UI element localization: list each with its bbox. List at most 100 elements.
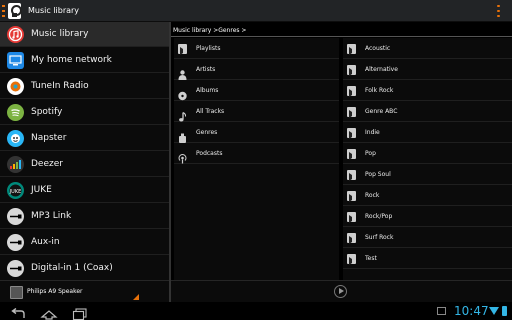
spotify-icon (7, 104, 24, 121)
speaker-name: Philips A9 Speaker (27, 288, 83, 295)
now-playing-bar (171, 280, 512, 302)
list-item-label: All Tracks (196, 108, 225, 115)
clock: 10:47 (454, 304, 489, 318)
sidebar-item-label: My home network (31, 55, 112, 65)
sidebar-item-spotify[interactable]: Spotify (0, 100, 169, 125)
drawer-toggle-icon[interactable] (2, 5, 5, 17)
digital-in-icon (7, 260, 24, 277)
list-item-label: Albums (196, 87, 219, 94)
aux-in-icon (7, 234, 24, 251)
list-item-label: Playlists (196, 45, 221, 52)
genre-file-icon (347, 254, 356, 265)
sidebar-item-deezer[interactable]: Deezer (0, 152, 169, 177)
album-icon (178, 86, 187, 101)
list-item-label: Indie (365, 129, 380, 136)
genre-file-icon (347, 44, 356, 55)
genre-file-icon (347, 212, 356, 223)
genre-file-icon (347, 170, 356, 181)
sidebar-item-napster[interactable]: Napster (0, 126, 169, 151)
list-item[interactable]: Rock (343, 185, 512, 206)
sidebar-item-label: Digital-in 1 (Coax) (31, 263, 113, 273)
list-item[interactable]: Pop (343, 143, 512, 164)
app-icon[interactable] (8, 3, 22, 19)
pane-divider (169, 22, 171, 302)
list-item-label: Alternative (365, 66, 398, 73)
genre-icon (178, 128, 187, 143)
dropdown-corner-icon (133, 294, 139, 300)
list-item[interactable]: Alternative (343, 59, 512, 80)
genre-file-icon (347, 191, 356, 202)
napster-icon (7, 130, 24, 147)
recent-apps-icon[interactable] (72, 305, 88, 320)
mp3-link-icon (7, 208, 24, 225)
list-item-label: Podcasts (196, 150, 223, 157)
list-item-label: Pop (365, 150, 376, 157)
svg-text:JUKE: JUKE (9, 189, 22, 195)
network-icon (7, 52, 24, 69)
tunein-icon (7, 78, 24, 95)
list-item-label: Surf Rock (365, 234, 394, 241)
list-item[interactable]: Pop Soul (343, 164, 512, 185)
list-item-playlists[interactable]: Playlists (174, 38, 339, 59)
app-title: Music library (28, 6, 80, 15)
back-icon[interactable] (10, 305, 26, 318)
sidebar-item-juke[interactable]: JUKE JUKE (0, 178, 169, 203)
list-item-label: Folk Rock (365, 87, 394, 94)
list-item-label: Acoustic (365, 45, 391, 52)
battery-icon (502, 306, 507, 316)
overflow-menu-icon[interactable] (497, 5, 500, 17)
list-item-all-tracks[interactable]: All Tracks (174, 101, 339, 122)
deezer-icon (7, 156, 24, 173)
sidebar-item-my-home-network[interactable]: My home network (0, 48, 169, 73)
sidebar-item-digital-in[interactable]: Digital-in 1 (Coax) (0, 256, 169, 281)
list-item-podcasts[interactable]: Podcasts (174, 143, 339, 164)
list-item[interactable]: Genre ABC (343, 101, 512, 122)
action-bar: Music library (0, 0, 512, 22)
music-library-icon (7, 26, 24, 43)
list-item-label: Pop Soul (365, 171, 391, 178)
speaker-icon (10, 286, 23, 299)
list-item[interactable]: Surf Rock (343, 227, 512, 248)
sidebar-item-label: TuneIn Radio (31, 81, 89, 91)
sidebar-item-label: Napster (31, 133, 67, 143)
playlist-icon (178, 44, 187, 55)
sidebar-item-label: JUKE (31, 185, 52, 195)
genre-file-icon (347, 233, 356, 244)
sidebar-item-label: MP3 Link (31, 211, 72, 221)
genre-file-icon (347, 65, 356, 76)
list-item[interactable]: Acoustic (343, 38, 512, 59)
list-item[interactable]: Folk Rock (343, 80, 512, 101)
notification-image-icon (437, 307, 446, 315)
list-item-label: Genre ABC (365, 108, 398, 115)
sidebar-item-mp3-link[interactable]: MP3 Link (0, 204, 169, 229)
list-item-label: Test (365, 255, 377, 262)
genre-file-icon (347, 149, 356, 160)
list-item[interactable]: Indie (343, 122, 512, 143)
list-item-label: Artists (196, 66, 216, 73)
list-item-label: Rock (365, 192, 380, 199)
system-bar: 10:47 (0, 302, 512, 320)
track-icon (178, 107, 187, 122)
list-item-albums[interactable]: Albums (174, 80, 339, 101)
sidebar-item-label: Spotify (31, 107, 63, 117)
sidebar-item-aux-in[interactable]: Aux-in (0, 230, 169, 255)
play-icon[interactable] (334, 285, 347, 298)
list-item-label: Genres (196, 129, 218, 136)
list-item-genres[interactable]: Genres (174, 122, 339, 143)
category-list: Playlists Artists Albums All Tracks Genr… (174, 38, 339, 280)
genre-file-icon (347, 107, 356, 118)
list-item-label: Rock/Pop (365, 213, 393, 220)
wifi-icon (489, 307, 499, 315)
list-item[interactable]: Test (343, 248, 512, 269)
source-sidebar: Music library My home network TuneIn Rad… (0, 22, 169, 281)
genre-file-icon (347, 128, 356, 139)
home-icon[interactable] (40, 305, 58, 320)
sidebar-item-label: Deezer (31, 159, 63, 169)
breadcrumb[interactable]: Music library >Genres > (171, 24, 512, 37)
list-item-artists[interactable]: Artists (174, 59, 339, 80)
sidebar-item-music-library[interactable]: Music library (0, 22, 169, 47)
list-item[interactable]: Rock/Pop (343, 206, 512, 227)
sidebar-item-tunein-radio[interactable]: TuneIn Radio (0, 74, 169, 99)
genre-file-icon (347, 86, 356, 97)
speaker-selector[interactable]: Philips A9 Speaker (0, 280, 169, 302)
